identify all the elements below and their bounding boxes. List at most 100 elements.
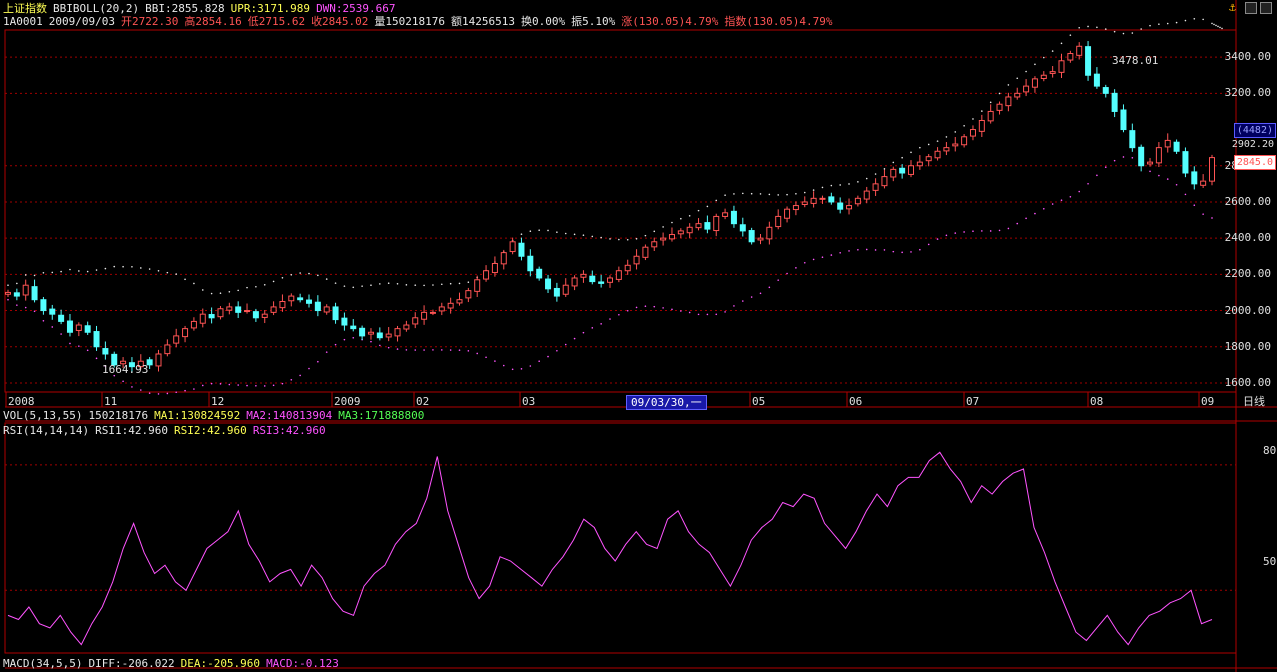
upper-band-dot bbox=[263, 283, 266, 286]
candle-body bbox=[1031, 78, 1038, 88]
date-tick-label: 2008 bbox=[8, 395, 35, 408]
rsi-panel-frame bbox=[4, 422, 1237, 654]
upper-band-dot bbox=[1217, 25, 1219, 28]
candle-body bbox=[1120, 109, 1127, 131]
lower-band-dot bbox=[963, 231, 965, 233]
lower-band-dot bbox=[1175, 183, 1178, 186]
lower-band-dot bbox=[1034, 212, 1036, 215]
upper-band-dot bbox=[139, 267, 142, 269]
candle-body bbox=[1076, 45, 1083, 56]
price-tick-label: 3400.00 bbox=[1224, 50, 1271, 64]
upper-band-dot bbox=[352, 286, 355, 289]
upper-band-dot bbox=[688, 214, 691, 217]
candle-body bbox=[810, 197, 817, 204]
candle-body bbox=[1049, 71, 1056, 74]
upper-band-dot bbox=[547, 229, 549, 232]
candle-body bbox=[491, 262, 498, 274]
candle-body bbox=[66, 320, 73, 333]
lower-band-dot bbox=[16, 304, 18, 306]
candle-body bbox=[447, 302, 454, 309]
candle-body bbox=[1147, 161, 1154, 165]
candle-body bbox=[359, 327, 366, 337]
rsi1-value: RSI1:42.960 bbox=[95, 424, 168, 437]
upper-band-dot bbox=[228, 290, 231, 293]
upper-band-dot bbox=[308, 272, 310, 275]
lower-band-dot bbox=[210, 382, 213, 385]
upper-band-dot bbox=[370, 284, 372, 287]
upper-band-dot bbox=[857, 181, 859, 183]
upper-band-dot bbox=[33, 274, 36, 277]
lower-band-dot bbox=[706, 313, 709, 316]
candle-body bbox=[84, 325, 91, 333]
candle-body bbox=[766, 226, 773, 240]
upper-band-dot bbox=[51, 271, 54, 274]
lower-band-dot bbox=[892, 250, 895, 253]
candle-body bbox=[1138, 146, 1145, 167]
price-tick-label: 3200.00 bbox=[1224, 86, 1271, 100]
lower-band-dot bbox=[750, 296, 753, 298]
candle-body bbox=[916, 161, 923, 167]
upper-band-dot bbox=[379, 283, 381, 285]
candle-body bbox=[987, 110, 994, 122]
lower-band-dot bbox=[24, 306, 27, 309]
upper-band-dot bbox=[724, 194, 726, 196]
candle-body bbox=[208, 314, 215, 319]
upper-band-dot bbox=[1140, 28, 1142, 30]
candle-body bbox=[1209, 157, 1215, 182]
upper-band-dot bbox=[839, 184, 841, 186]
rsi-header: RSI(14,14,14) RSI1:42.960 RSI2:42.960 RSI3:… bbox=[3, 424, 332, 437]
candle-body bbox=[589, 275, 596, 283]
upper-band-dot bbox=[919, 146, 921, 149]
upper-band-dot bbox=[803, 191, 806, 194]
upper-band-dot bbox=[954, 131, 957, 133]
kline-chart[interactable] bbox=[0, 0, 1277, 672]
upper-band-dot bbox=[786, 193, 788, 196]
candle-body bbox=[545, 278, 552, 290]
upper-band-dot bbox=[1122, 32, 1125, 35]
rsi2-value: RSI2:42.960 bbox=[173, 424, 247, 437]
candle-body bbox=[943, 147, 950, 152]
lower-band-dot bbox=[582, 331, 585, 334]
date-tick-label: 11 bbox=[104, 395, 118, 408]
lower-band-dot bbox=[157, 393, 160, 395]
price-tick-label: 2200.00 bbox=[1224, 267, 1271, 281]
macd-value: MACD:-0.123 bbox=[266, 657, 339, 670]
candle-body bbox=[412, 317, 419, 325]
lower-band-dot bbox=[166, 392, 169, 395]
boll-bands bbox=[7, 17, 1223, 395]
lower-band-dot bbox=[352, 337, 355, 339]
upper-band-dot bbox=[299, 272, 301, 274]
upper-band-dot bbox=[706, 205, 709, 208]
candle-body bbox=[102, 348, 109, 355]
period-label[interactable]: 日线 bbox=[1243, 395, 1265, 408]
upper-band-dot bbox=[1007, 84, 1010, 86]
lower-band-dot bbox=[201, 384, 204, 387]
lower-band-dot bbox=[78, 345, 80, 347]
candle-body bbox=[509, 241, 516, 253]
upper-band-dot bbox=[600, 236, 602, 239]
lower-band-dot bbox=[547, 355, 549, 358]
rsi-name: RSI(14,14,14) bbox=[3, 424, 90, 437]
lower-band-dot bbox=[290, 378, 293, 381]
lower-band-dot bbox=[715, 313, 718, 316]
upper-band-dot bbox=[1213, 23, 1215, 26]
upper-band-dot bbox=[1219, 26, 1221, 29]
lower-band-dot bbox=[573, 337, 576, 340]
lower-band-dot bbox=[1122, 156, 1125, 158]
lower-band-dot bbox=[883, 249, 886, 251]
candle-body bbox=[527, 255, 534, 272]
rsi3-value: RSI3:42.960 bbox=[252, 424, 326, 437]
upper-band-dot bbox=[175, 273, 178, 275]
upper-band-dot bbox=[361, 285, 363, 287]
lower-band-dot bbox=[927, 243, 930, 246]
candle-body bbox=[367, 331, 374, 335]
lower-band-dot bbox=[1131, 157, 1134, 159]
candle-body bbox=[677, 230, 684, 235]
upper-band-dot bbox=[1034, 63, 1036, 66]
candle-body bbox=[863, 190, 870, 200]
lower-band-dot bbox=[263, 385, 266, 387]
upper-band-dot bbox=[927, 143, 930, 146]
upper-band-dot bbox=[1166, 22, 1169, 25]
lower-band-dot bbox=[228, 383, 231, 386]
upper-band-dot bbox=[1149, 24, 1151, 27]
